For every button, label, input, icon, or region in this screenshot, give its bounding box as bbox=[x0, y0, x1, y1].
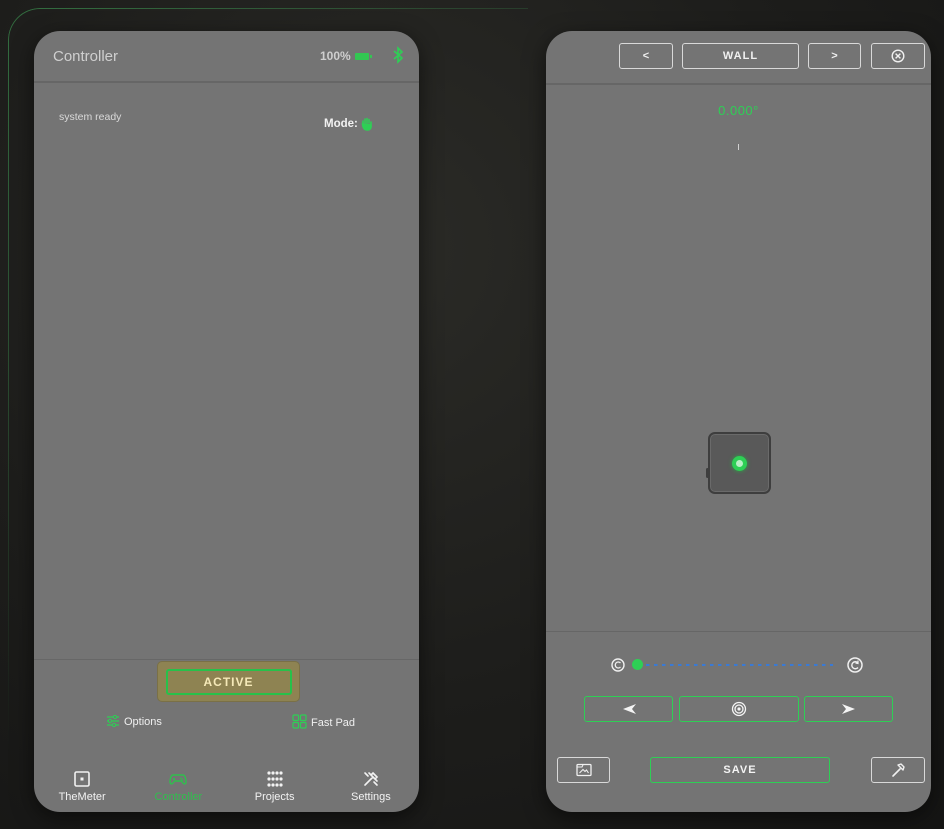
battery-indicator: 100% bbox=[320, 49, 372, 63]
tab-label: Settings bbox=[351, 791, 391, 803]
grid-icon bbox=[292, 714, 307, 729]
active-button[interactable]: ACTIVE bbox=[165, 668, 292, 695]
tools-icon bbox=[364, 771, 379, 786]
slider-knob[interactable] bbox=[632, 659, 643, 670]
gamepad-icon bbox=[169, 774, 188, 785]
fast-pad-label: Fast Pad bbox=[311, 717, 356, 729]
tab-controller[interactable]: Controller bbox=[130, 764, 226, 812]
save-button[interactable]: SAVE bbox=[650, 757, 830, 783]
tab-settings[interactable]: Settings bbox=[323, 764, 419, 812]
tab-bar: TheMeter Controller Projects Settings bbox=[34, 764, 419, 812]
angle-tick bbox=[738, 144, 739, 150]
open-folder-button[interactable] bbox=[557, 757, 610, 783]
move-left-button[interactable] bbox=[584, 696, 673, 722]
prev-button[interactable]: < bbox=[619, 43, 673, 69]
bluetooth-icon[interactable] bbox=[392, 45, 404, 65]
rotate-cw-icon[interactable] bbox=[846, 656, 864, 674]
mode-label: Mode: bbox=[324, 118, 358, 130]
angle-readout: 0.000° bbox=[718, 103, 759, 118]
status-text: system ready bbox=[59, 111, 122, 123]
controller-screen: Controller 100% system ready Mode: ACTIV… bbox=[34, 31, 419, 812]
device-dot bbox=[732, 456, 747, 471]
device-marker[interactable] bbox=[706, 432, 771, 494]
device-notch bbox=[706, 468, 709, 478]
page-title: Controller bbox=[53, 48, 119, 65]
folder-image-icon bbox=[575, 763, 592, 777]
next-button[interactable]: > bbox=[808, 43, 861, 69]
move-right-button[interactable] bbox=[804, 696, 893, 722]
meter-icon bbox=[74, 771, 90, 787]
sliders-icon bbox=[107, 714, 119, 728]
arrow-right-icon bbox=[841, 704, 855, 714]
wall-title-button[interactable]: WALL bbox=[682, 43, 799, 69]
tab-themeter[interactable]: TheMeter bbox=[34, 764, 130, 812]
tab-label: TheMeter bbox=[58, 791, 106, 803]
close-button[interactable] bbox=[871, 43, 925, 69]
battery-full-icon bbox=[354, 52, 372, 60]
options-button[interactable]: Options bbox=[106, 714, 162, 728]
battery-level: 100% bbox=[320, 49, 351, 63]
tab-projects[interactable]: Projects bbox=[227, 764, 323, 812]
wall-screen: < WALL > 0.000° SAVE bbox=[546, 31, 931, 812]
options-label: Options bbox=[124, 716, 162, 728]
close-icon bbox=[891, 49, 905, 63]
hammer-icon bbox=[892, 763, 905, 777]
hand-icon bbox=[361, 117, 372, 131]
mode-indicator[interactable]: Mode: bbox=[324, 117, 373, 131]
fast-pad-button[interactable]: Fast Pad bbox=[292, 714, 355, 729]
slider-track[interactable] bbox=[638, 664, 833, 666]
target-icon bbox=[731, 701, 747, 717]
active-container: ACTIVE bbox=[157, 661, 300, 702]
tool-button[interactable] bbox=[871, 757, 925, 783]
header: < WALL > bbox=[546, 31, 931, 85]
header: Controller 100% bbox=[34, 31, 419, 83]
arrow-left-icon bbox=[622, 704, 636, 714]
tab-label: Projects bbox=[254, 791, 295, 803]
rotate-ccw-icon[interactable] bbox=[610, 657, 626, 673]
rotation-slider[interactable] bbox=[610, 656, 872, 674]
tab-label: Controller bbox=[154, 791, 203, 803]
grid-dots-icon bbox=[267, 771, 283, 787]
center-button[interactable] bbox=[679, 696, 799, 722]
